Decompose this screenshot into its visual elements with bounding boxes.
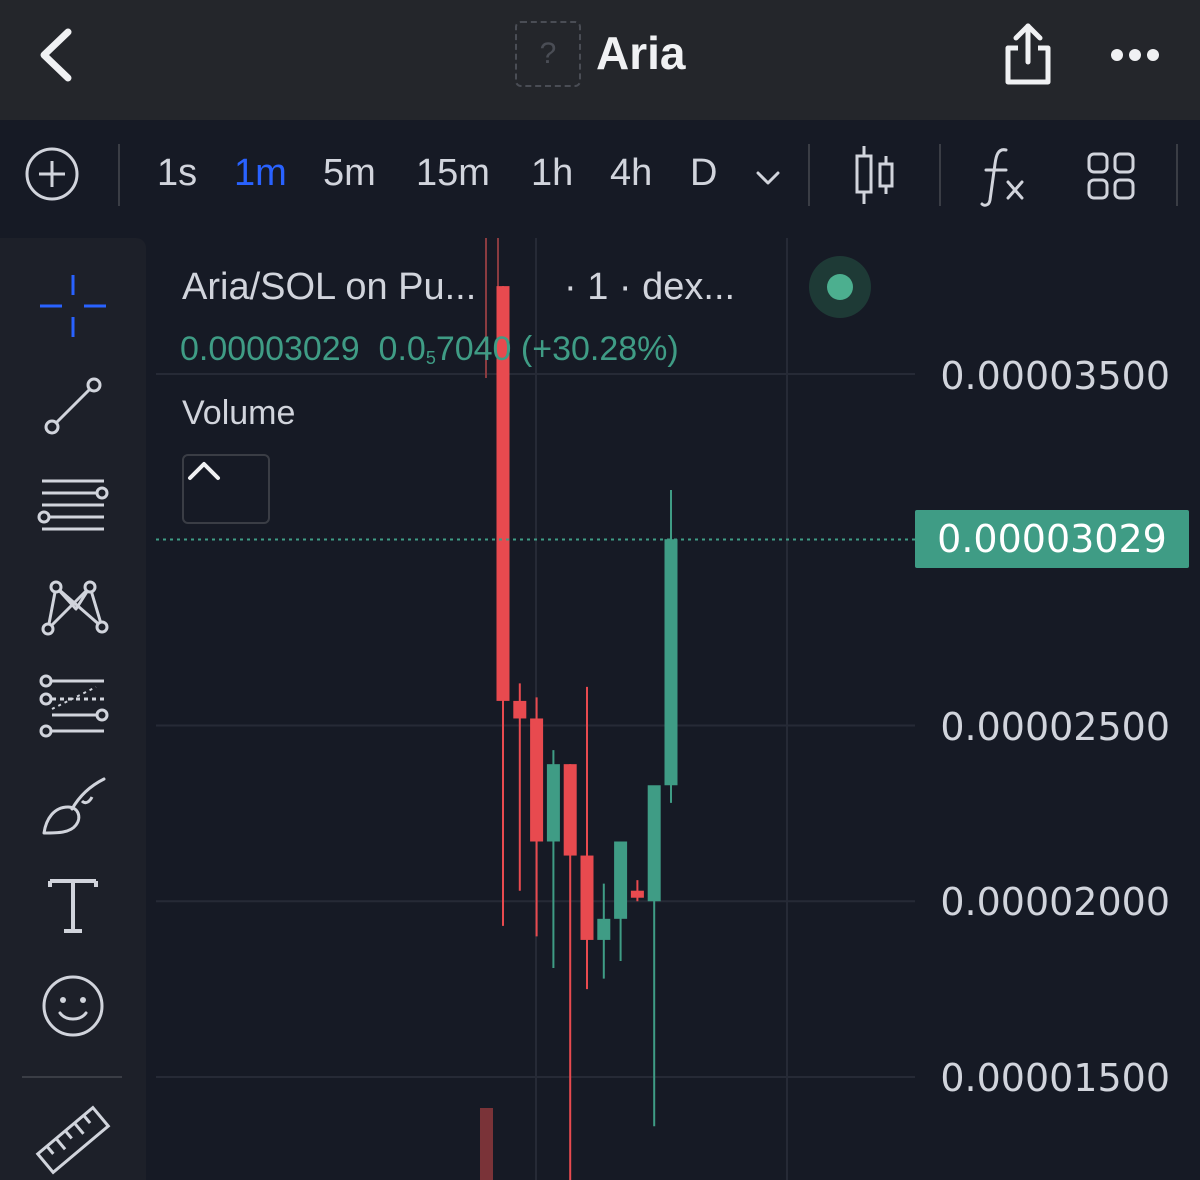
volume-bar bbox=[480, 1108, 493, 1180]
candle-body bbox=[630, 890, 644, 898]
fib-icon bbox=[39, 674, 109, 738]
candle-body bbox=[513, 700, 527, 719]
current-price-label: 0.00003029 bbox=[915, 510, 1189, 568]
candle bbox=[630, 880, 644, 902]
pattern-icon bbox=[41, 580, 109, 636]
fx-icon bbox=[980, 148, 1024, 207]
interval-1h[interactable]: 1h bbox=[531, 152, 573, 195]
trend-line-icon bbox=[44, 377, 102, 435]
more-horizontal-icon bbox=[1111, 49, 1159, 61]
add-circle-icon bbox=[25, 147, 79, 201]
toolbar-divider bbox=[1176, 144, 1178, 206]
candle-body bbox=[664, 539, 678, 786]
token-logo: ? bbox=[515, 21, 581, 87]
candle bbox=[647, 785, 661, 1127]
volume-label: Volume bbox=[182, 394, 296, 432]
interval-5m[interactable]: 5m bbox=[323, 152, 376, 195]
brush-icon bbox=[42, 777, 106, 835]
candle bbox=[546, 750, 560, 969]
horizontal-lines-icon bbox=[37, 479, 109, 531]
ruler-tool[interactable] bbox=[30, 1100, 116, 1180]
candle bbox=[597, 883, 611, 979]
trend-line-tool[interactable] bbox=[30, 366, 116, 446]
symbol-name[interactable]: Aria/SOL on Pu... bbox=[182, 266, 476, 309]
top-bar: ? Aria bbox=[0, 0, 1200, 120]
legend-values: 0.00003029 0.057040 (+30.28%) bbox=[180, 330, 679, 369]
layout-button[interactable] bbox=[1083, 148, 1139, 204]
candle-body bbox=[580, 855, 594, 940]
candle-body bbox=[563, 764, 577, 856]
crosshair-tool[interactable] bbox=[30, 266, 116, 346]
candle-body bbox=[530, 718, 544, 842]
back-button[interactable] bbox=[30, 20, 90, 90]
price-axis-label: 0.00003500 bbox=[940, 354, 1170, 398]
share-button[interactable] bbox=[998, 18, 1058, 90]
interval-1m[interactable]: 1m bbox=[234, 152, 287, 195]
market-status-indicator[interactable] bbox=[809, 256, 871, 318]
fib-tool[interactable] bbox=[30, 666, 116, 746]
add-symbol-button[interactable] bbox=[22, 144, 82, 204]
toolbar-divider bbox=[22, 1076, 122, 1078]
crosshair-icon bbox=[40, 275, 106, 337]
candle-body bbox=[647, 785, 661, 902]
candlestick-icon bbox=[855, 146, 894, 204]
page-title: Aria bbox=[596, 27, 686, 79]
candle bbox=[614, 841, 628, 962]
chevron-down-icon bbox=[756, 171, 780, 185]
legend-change: 0.057040 bbox=[378, 330, 512, 368]
status-dot bbox=[827, 274, 853, 300]
chart-toolbar: 1s 1m 5m 15m 1h 4h D bbox=[0, 122, 1200, 226]
ruler-icon bbox=[35, 1105, 111, 1175]
pattern-tool[interactable] bbox=[30, 566, 116, 646]
chart-type-button[interactable] bbox=[850, 142, 900, 208]
interval-d[interactable]: D bbox=[690, 152, 717, 195]
text-icon bbox=[48, 879, 98, 933]
price-axis-label: 0.00001500 bbox=[940, 1056, 1170, 1100]
candle bbox=[664, 489, 678, 803]
interval-4h[interactable]: 4h bbox=[610, 152, 652, 195]
share-icon bbox=[1005, 23, 1051, 85]
toolbar-divider bbox=[808, 144, 810, 206]
logo-placeholder-glyph: ? bbox=[539, 37, 557, 70]
interval-15m[interactable]: 15m bbox=[416, 152, 490, 195]
emoji-icon bbox=[42, 975, 104, 1037]
legend-price: 0.00003029 bbox=[180, 330, 360, 368]
interval-1s[interactable]: 1s bbox=[157, 152, 197, 195]
chevron-left-icon bbox=[40, 28, 72, 82]
candle bbox=[563, 764, 577, 1180]
horizontal-lines-tool[interactable] bbox=[30, 466, 116, 546]
brush-tool[interactable] bbox=[30, 766, 116, 846]
toolbar-divider bbox=[118, 144, 120, 206]
price-chart[interactable]: Aria/SOL on Pu... · 1 · dex... 0.0000302… bbox=[156, 238, 1200, 1180]
candle-body bbox=[597, 918, 611, 940]
drawing-toolbar bbox=[0, 238, 146, 1180]
legend-change-pct: (+30.28%) bbox=[520, 330, 679, 368]
price-axis-label: 0.00002000 bbox=[940, 880, 1170, 924]
layout-grid-icon bbox=[1087, 152, 1135, 200]
symbol-meta: · 1 · dex... bbox=[564, 266, 736, 308]
emoji-tool[interactable] bbox=[30, 966, 116, 1046]
toolbar-divider bbox=[939, 144, 941, 206]
candle-body bbox=[546, 764, 560, 842]
text-tool[interactable] bbox=[30, 866, 116, 946]
candle bbox=[496, 286, 510, 926]
collapse-legend-button[interactable] bbox=[182, 454, 270, 524]
interval-dropdown[interactable] bbox=[748, 158, 788, 198]
chevron-up-icon bbox=[188, 462, 220, 480]
price-axis-label: 0.00002500 bbox=[940, 705, 1170, 749]
more-button[interactable] bbox=[1105, 30, 1165, 80]
candle bbox=[580, 686, 594, 990]
candle bbox=[513, 683, 527, 891]
indicators-button[interactable] bbox=[976, 142, 1036, 208]
candle-body bbox=[614, 841, 628, 919]
